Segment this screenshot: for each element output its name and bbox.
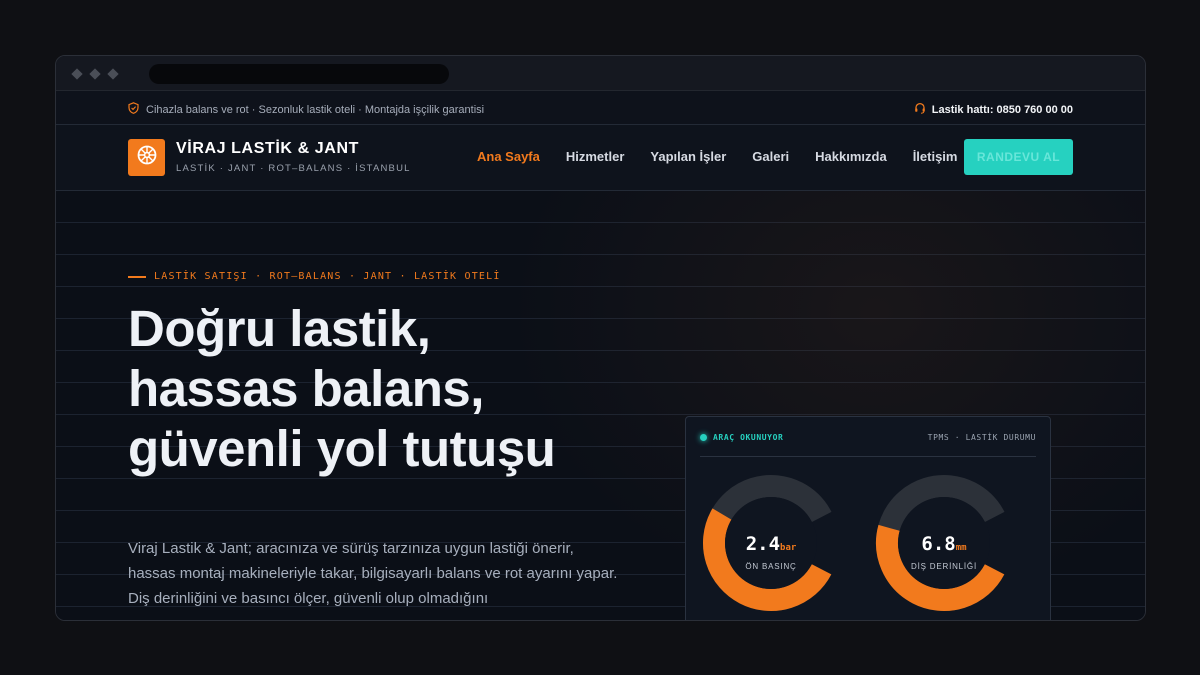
brand-title[interactable]: VİRAJ LASTİK & JANT — [176, 140, 359, 158]
nav-link-iletisim[interactable]: İletişim — [913, 149, 958, 164]
hero-eyebrow: LASTİK SATIŞI · ROT–BALANS · JANT · LAST… — [128, 271, 501, 282]
pressure-unit: bar — [780, 543, 797, 553]
hotline[interactable]: Lastik hattı: 0850 760 00 00 — [914, 102, 1073, 117]
tire-status-card: ARAÇ OKUNUYOR TPMS · LASTİK DURUMU 2.4ba… — [685, 416, 1051, 620]
window-control-dot[interactable] — [71, 68, 83, 80]
nav-link-ana-sayfa[interactable]: Ana Sayfa — [477, 149, 540, 164]
info-text: Cihazla balans ve rot · Sezonluk lastik … — [146, 103, 485, 116]
card-status: ARAÇ OKUNUYOR — [700, 433, 783, 442]
nav-link-hizmetler[interactable]: Hizmetler — [566, 149, 625, 164]
tread-depth-label: DİŞ DERİNLİĞİ — [911, 562, 977, 571]
eyebrow-line — [128, 275, 146, 278]
window-control-dot[interactable] — [89, 68, 101, 80]
main-navigation: VİRAJ LASTİK & JANT LASTİK · JANT · ROT–… — [56, 125, 1145, 191]
shield-icon — [128, 102, 139, 117]
card-divider — [700, 456, 1036, 457]
browser-window: Cihazla balans ve rot · Sezonluk lastik … — [55, 55, 1146, 621]
nav-link-galeri[interactable]: Galeri — [752, 149, 789, 164]
nav-link-yapilan-isler[interactable]: Yapılan İşler — [650, 149, 726, 164]
logo[interactable] — [128, 139, 165, 176]
nav-link-hakkimizda[interactable]: Hakkımızda — [815, 149, 887, 164]
tread-depth-unit: mm — [955, 543, 967, 553]
pressure-gauge: 2.4bar ÖN BASINÇ — [701, 473, 841, 613]
headset-icon — [914, 102, 926, 117]
tread-depth-number: 6.8 — [921, 533, 956, 555]
hero-headline: Doğru lastik, hassas balans, güvenli yol… — [128, 300, 556, 477]
eyebrow-text: LASTİK SATIŞI · ROT–BALANS · JANT · LAST… — [154, 271, 501, 282]
pressure-number: 2.4 — [745, 533, 781, 555]
hero-section: LASTİK SATIŞI · ROT–BALANS · JANT · LAST… — [56, 191, 1145, 620]
address-bar[interactable] — [149, 64, 449, 84]
appointment-button[interactable]: RANDEVU AL — [964, 139, 1073, 175]
info-bar: Cihazla balans ve rot · Sezonluk lastik … — [56, 91, 1145, 125]
pressure-label: ÖN BASINÇ — [745, 562, 797, 571]
card-title: TPMS · LASTİK DURUMU — [927, 433, 1036, 442]
wheel-icon — [136, 144, 158, 171]
browser-chrome — [56, 56, 1145, 91]
tread-depth-value: 6.8mm — [874, 533, 1014, 555]
hotline-text: Lastik hattı: 0850 760 00 00 — [931, 103, 1073, 116]
pressure-value: 2.4bar — [701, 533, 841, 555]
card-status-text: ARAÇ OKUNUYOR — [713, 433, 784, 442]
status-dot-icon — [700, 434, 707, 441]
window-control-dot[interactable] — [107, 68, 119, 80]
tread-depth-gauge: 6.8mm DİŞ DERİNLİĞİ — [874, 473, 1014, 613]
hero-lead: Viraj Lastik & Jant; aracınıza ve sürüş … — [128, 540, 618, 607]
brand-subtitle: LASTİK · JANT · ROT–BALANS · İSTANBUL — [176, 163, 411, 174]
nav-links: Ana Sayfa Hizmetler Yapılan İşler Galeri… — [477, 149, 983, 164]
